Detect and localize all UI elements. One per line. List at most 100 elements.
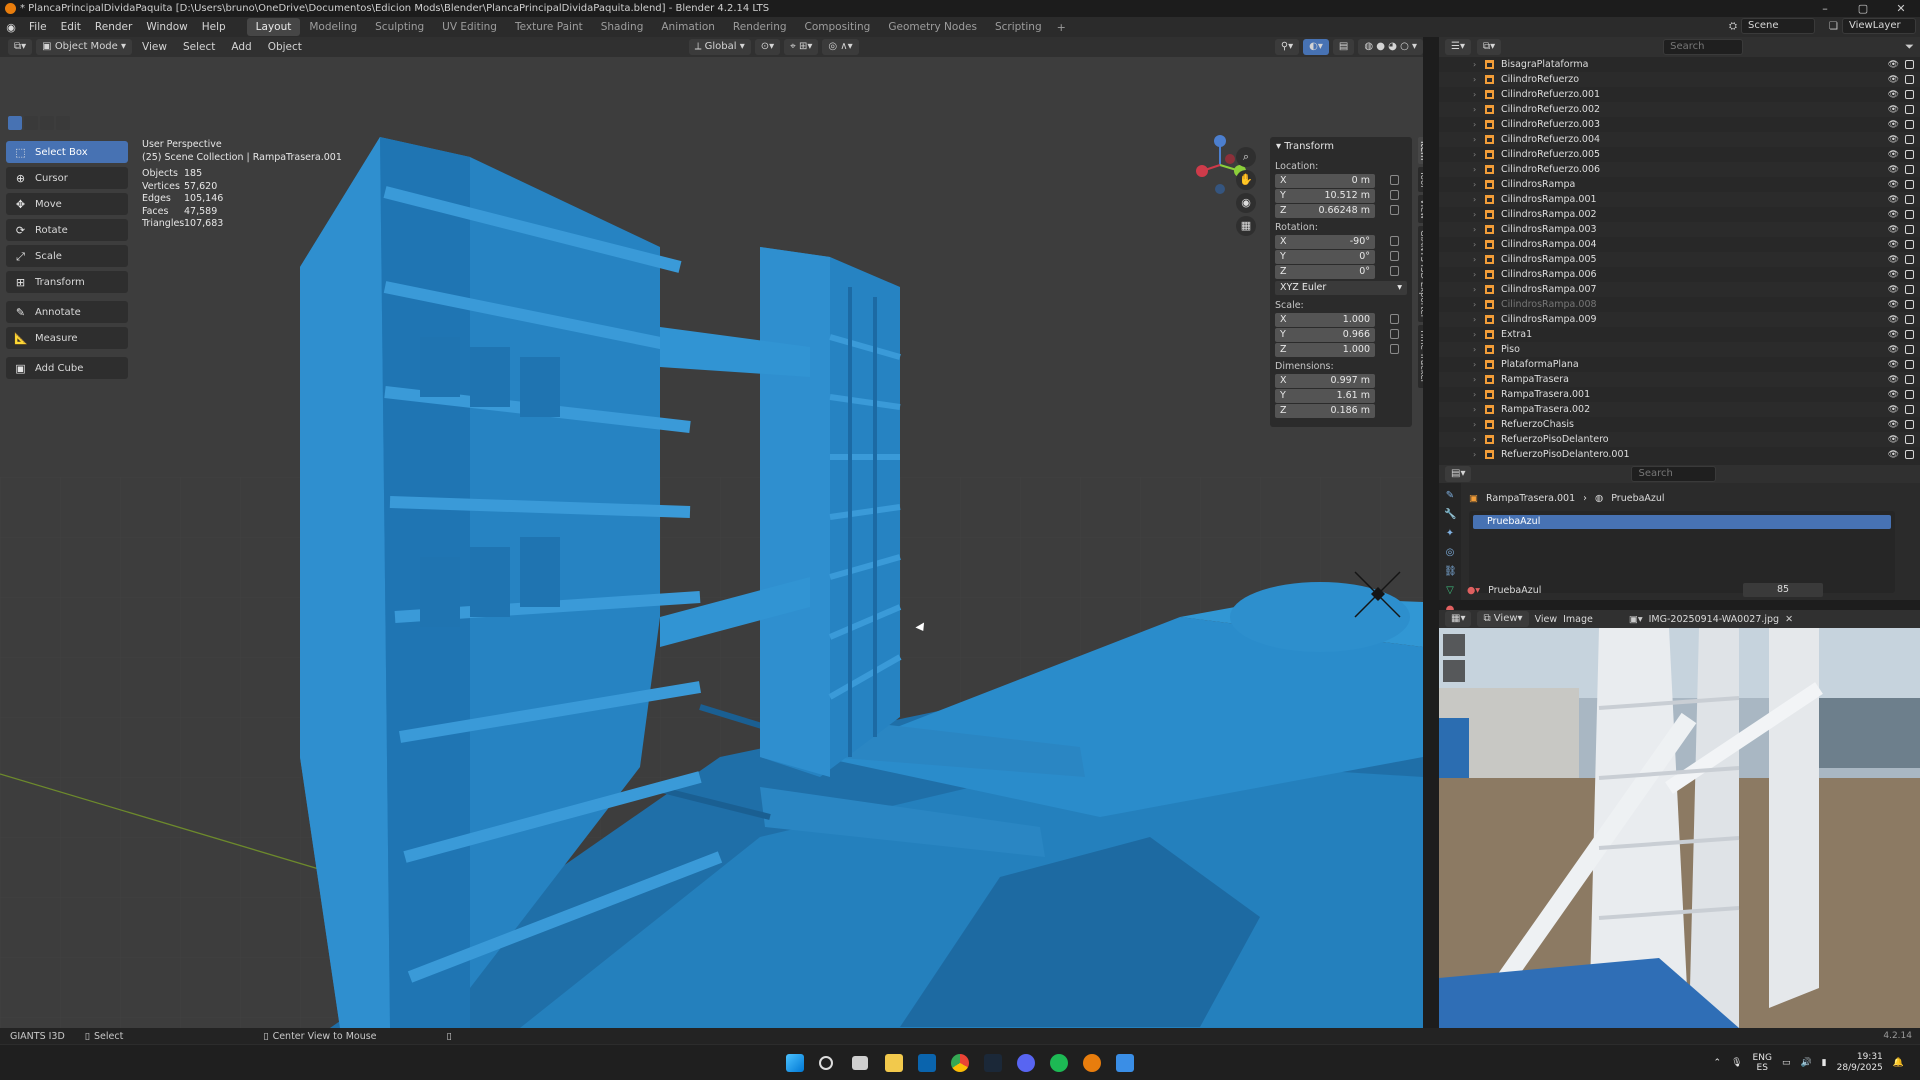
lock-icon[interactable]	[1390, 190, 1399, 200]
tool-transform[interactable]: ⊞ Transform	[6, 271, 128, 293]
sidebar-tab-item[interactable]: Item	[1418, 137, 1423, 165]
visibility-eye-icon[interactable]: 👁	[1888, 120, 1899, 130]
pan-hand-icon[interactable]: ✋	[1236, 170, 1256, 190]
outlook-icon[interactable]	[918, 1054, 936, 1072]
outliner-item[interactable]: › CilindrosRampa.008 👁	[1439, 297, 1920, 312]
blender-taskbar-icon[interactable]	[1083, 1054, 1101, 1072]
camera-view-icon[interactable]: ◉	[1236, 193, 1256, 213]
sidebar-tab-view[interactable]: View	[1418, 194, 1423, 224]
render-visibility-icon[interactable]	[1905, 330, 1914, 339]
menu-render[interactable]: Render	[88, 21, 139, 33]
spotify-icon[interactable]	[1050, 1054, 1068, 1072]
sidebar-tab-tool[interactable]: Tool	[1418, 167, 1423, 192]
blender-menu-icon[interactable]: ◉	[0, 21, 22, 34]
outliner-item-name[interactable]: CilindrosRampa	[1501, 179, 1575, 190]
render-visibility-icon[interactable]	[1905, 390, 1914, 399]
sidebar-tab-giants-i3d-exporter[interactable]: GIANTS I3D Exporter	[1418, 226, 1423, 323]
vp-menu-select[interactable]: Select	[177, 41, 221, 53]
image-name[interactable]: IMG-20250914-WA0027.jpg	[1649, 614, 1779, 625]
outliner-item[interactable]: › CilindrosRampa.004 👁	[1439, 237, 1920, 252]
expand-chevron-icon[interactable]: ›	[1473, 75, 1476, 84]
outliner-item[interactable]: › RampaTrasera.001 👁	[1439, 387, 1920, 402]
task-view-icon[interactable]	[852, 1056, 868, 1070]
outliner-item-name[interactable]: CilindrosRampa.009	[1501, 314, 1597, 325]
selection-mode-buttons[interactable]	[8, 116, 70, 130]
expand-chevron-icon[interactable]: ›	[1473, 270, 1476, 279]
outliner-item-name[interactable]: CilindrosRampa.008	[1501, 299, 1597, 310]
zoom-icon[interactable]: ⌕	[1236, 147, 1256, 167]
expand-chevron-icon[interactable]: ›	[1473, 105, 1476, 114]
outliner-item[interactable]: › CilindroRefuerzo 👁	[1439, 72, 1920, 87]
outliner-item-name[interactable]: CilindroRefuerzo.005	[1501, 149, 1600, 160]
material-slot[interactable]: PruebaAzul	[1473, 515, 1891, 529]
proportional-edit-toggle[interactable]: ◎ ∧▾	[822, 39, 859, 55]
visibility-eye-icon[interactable]: 👁	[1888, 315, 1899, 325]
close-button[interactable]: ✕	[1882, 0, 1920, 17]
outliner-item[interactable]: › CilindrosRampa.001 👁	[1439, 192, 1920, 207]
visibility-eye-icon[interactable]: 👁	[1888, 180, 1899, 190]
tab-texture-paint[interactable]: Texture Paint	[506, 18, 592, 36]
gizmo-toggle[interactable]: ⚲▾	[1274, 39, 1300, 55]
physics-tab-icon[interactable]: ◎	[1444, 547, 1456, 559]
outliner-item-name[interactable]: CilindrosRampa.007	[1501, 284, 1597, 295]
steam-icon[interactable]	[984, 1054, 1002, 1072]
image-editor-type[interactable]: ▦▾	[1445, 611, 1472, 627]
render-visibility-icon[interactable]	[1905, 315, 1914, 324]
lock-icon[interactable]	[1390, 251, 1399, 261]
render-visibility-icon[interactable]	[1905, 450, 1914, 459]
tool-rotate[interactable]: ⟳ Rotate	[6, 219, 128, 241]
outliner-item-name[interactable]: CilindrosRampa.006	[1501, 269, 1597, 280]
outliner-item-name[interactable]: CilindroRefuerzo.001	[1501, 89, 1600, 100]
outliner-item-name[interactable]: CilindrosRampa.002	[1501, 209, 1597, 220]
render-visibility-icon[interactable]	[1905, 195, 1914, 204]
render-visibility-icon[interactable]	[1905, 240, 1914, 249]
menu-help[interactable]: Help	[195, 21, 233, 33]
visibility-eye-icon[interactable]: 👁	[1888, 225, 1899, 235]
outliner-item[interactable]: › CilindroRefuerzo.004 👁	[1439, 132, 1920, 147]
scene-field[interactable]: Scene	[1741, 18, 1816, 34]
select-extend-icon[interactable]	[24, 116, 38, 130]
lock-icon[interactable]	[1390, 175, 1399, 185]
visibility-eye-icon[interactable]: 👁	[1888, 420, 1899, 430]
outliner-item[interactable]: › CilindroRefuerzo.002 👁	[1439, 102, 1920, 117]
search-icon[interactable]	[819, 1056, 833, 1070]
add-workspace-icon[interactable]: +	[1051, 21, 1072, 34]
lock-icon[interactable]	[1390, 344, 1399, 354]
visibility-eye-icon[interactable]: 👁	[1888, 435, 1899, 445]
snap-toggle[interactable]: ⌖ ⊞▾	[784, 39, 819, 55]
visibility-eye-icon[interactable]: 👁	[1888, 195, 1899, 205]
vp-menu-object[interactable]: Object	[262, 41, 308, 53]
modifier-tab-icon[interactable]: 🔧	[1444, 509, 1456, 521]
tab-layout[interactable]: Layout	[246, 18, 301, 36]
rotation-x-field[interactable]: X -90°	[1275, 235, 1399, 249]
outliner-item-name[interactable]: RampaTrasera.001	[1501, 389, 1590, 400]
outliner-item-name[interactable]: Piso	[1501, 344, 1520, 355]
lock-icon[interactable]	[1390, 314, 1399, 324]
properties-search[interactable]: Search	[1631, 466, 1717, 482]
menu-file[interactable]: File	[22, 21, 54, 33]
visibility-eye-icon[interactable]: 👁	[1888, 330, 1899, 340]
visibility-eye-icon[interactable]: 👁	[1888, 285, 1899, 295]
expand-chevron-icon[interactable]: ›	[1473, 90, 1476, 99]
render-visibility-icon[interactable]	[1905, 225, 1914, 234]
outliner-item-name[interactable]: CilindroRefuerzo	[1501, 74, 1579, 85]
visibility-eye-icon[interactable]: 👁	[1888, 270, 1899, 280]
particles-tab-icon[interactable]: ✦	[1444, 528, 1456, 540]
pivot-select[interactable]: ⊙▾	[754, 39, 781, 55]
render-visibility-icon[interactable]	[1905, 270, 1914, 279]
outliner-item[interactable]: › CilindrosRampa.005 👁	[1439, 252, 1920, 267]
expand-chevron-icon[interactable]: ›	[1473, 300, 1476, 309]
expand-chevron-icon[interactable]: ›	[1473, 405, 1476, 414]
network-icon[interactable]: ▭	[1782, 1058, 1791, 1068]
outliner-item-name[interactable]: RampaTrasera	[1501, 374, 1569, 385]
image-menu-view[interactable]: View	[1535, 614, 1558, 625]
visibility-eye-icon[interactable]: 👁	[1888, 60, 1899, 70]
render-visibility-icon[interactable]	[1905, 300, 1914, 309]
outliner-item-name[interactable]: RefuerzoPisoDelantero.001	[1501, 449, 1630, 460]
outliner-item[interactable]: › RefuerzoPisoDelantero.001 👁	[1439, 447, 1920, 462]
expand-chevron-icon[interactable]: ›	[1473, 255, 1476, 264]
visibility-eye-icon[interactable]: 👁	[1888, 390, 1899, 400]
reference-photo[interactable]	[1439, 628, 1920, 1028]
outliner-item-name[interactable]: CilindroRefuerzo.003	[1501, 119, 1600, 130]
image-menu-image[interactable]: Image	[1563, 614, 1593, 625]
